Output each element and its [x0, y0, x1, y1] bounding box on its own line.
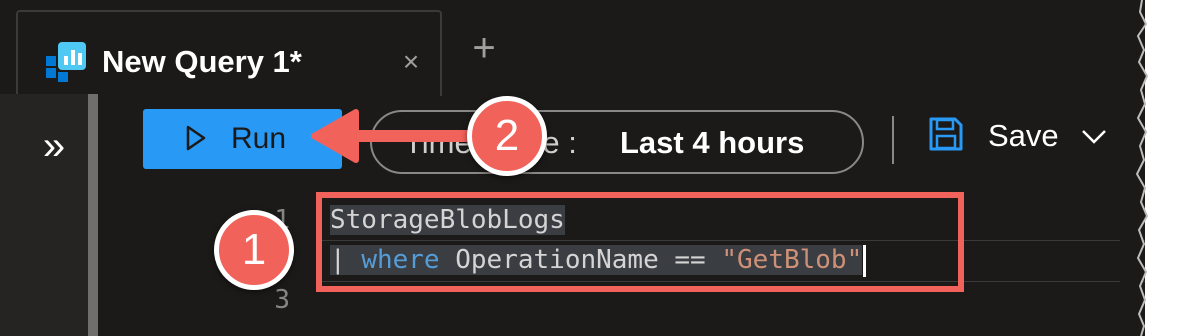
chevron-double-right-icon[interactable]: »: [32, 124, 76, 168]
close-tab-icon[interactable]: ×: [398, 42, 424, 82]
tab-title: New Query 1*: [102, 44, 302, 79]
time-range-value: Last 4 hours: [620, 125, 805, 160]
tab-strip: New Query 1* × +: [0, 0, 1145, 96]
chevron-down-icon[interactable]: [1080, 124, 1108, 148]
save-icon[interactable]: [928, 116, 964, 152]
torn-edge: [1120, 0, 1149, 336]
toolbar-divider: [892, 116, 894, 164]
run-button-label: Run: [231, 122, 287, 155]
line-number: 3: [274, 285, 290, 315]
save-button-label[interactable]: Save: [988, 114, 1059, 158]
log-analytics-query-window: New Query 1* × + » Run Time range : Last…: [0, 0, 1145, 336]
query-callout-box: [316, 192, 964, 292]
log-analytics-icon: [46, 42, 86, 82]
add-tab-icon[interactable]: +: [464, 28, 504, 72]
step-badge-2: 2: [467, 96, 547, 176]
arrow-icon: [311, 109, 476, 163]
play-icon: [186, 125, 206, 151]
query-tab[interactable]: New Query 1* ×: [16, 10, 442, 96]
step-badge-1: 1: [214, 210, 294, 290]
rail-divider: [88, 94, 98, 336]
